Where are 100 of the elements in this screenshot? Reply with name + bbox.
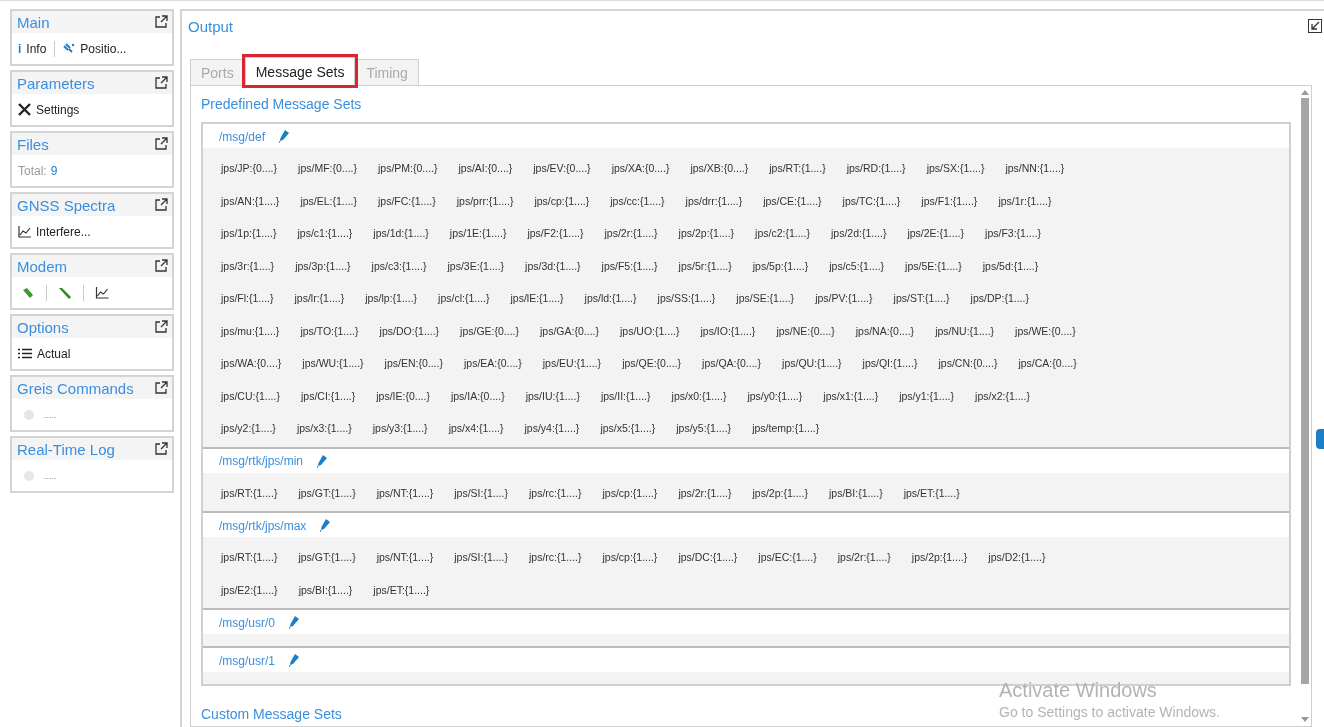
link-icon[interactable] xyxy=(21,285,35,300)
popout-icon[interactable] xyxy=(154,15,168,29)
side-tab[interactable] xyxy=(1316,429,1324,449)
tab[interactable]: Message Sets xyxy=(244,57,356,85)
panel-item[interactable]: Positio... xyxy=(80,41,127,56)
message-entry: jps/MF:{0....} xyxy=(298,162,357,175)
message-set-name[interactable]: /msg/usr/1 xyxy=(219,653,275,668)
message-entry: jps/EL:{1....} xyxy=(300,194,357,207)
pencil-icon[interactable] xyxy=(317,454,327,468)
message-entry: jps/RD:{1....} xyxy=(846,162,906,175)
message-set-name[interactable]: /msg/usr/0 xyxy=(219,615,275,630)
message-entry: jps/2p:{1....} xyxy=(678,227,735,240)
message-entry: jps/rc:{1....} xyxy=(528,551,582,564)
pencil-icon[interactable] xyxy=(279,130,290,143)
message-entry: jps/y5:{1....} xyxy=(676,422,732,435)
message-entry: jps/y4:{1....} xyxy=(524,422,580,435)
message-entry: jps/F3:{1....} xyxy=(985,227,1042,240)
message-entry: jps/XB:{0....} xyxy=(690,162,749,175)
panel-item[interactable]: Info xyxy=(26,41,47,56)
message-entry: jps/EA:{0....} xyxy=(463,357,522,370)
message-entry: jps/QI:{1....} xyxy=(862,357,918,370)
message-entry: jps/GT:{1....} xyxy=(298,551,356,564)
message-entry: jps/GT:{1....} xyxy=(298,486,356,499)
message-entry: jps/WE:{0....} xyxy=(1015,324,1076,337)
activation-notice-text: Go to Settings to activate Windows. xyxy=(999,704,1220,720)
message-entry: jps/IU:{1....} xyxy=(525,389,580,402)
message-entry: jps/WA:{0....} xyxy=(221,357,282,370)
message-entry: jps/TO:{1....} xyxy=(300,324,359,337)
message-entry: jps/F1:{1....} xyxy=(921,194,978,207)
message-entry: jps/2p:{1....} xyxy=(752,486,808,499)
message-entry: jps/x3:{1....} xyxy=(296,422,352,435)
chart-icon xyxy=(18,225,31,238)
message-entry: jps/DC:{1....} xyxy=(678,551,738,564)
collapse-icon[interactable] xyxy=(1308,19,1322,33)
panel-item[interactable]: Actual xyxy=(37,346,71,361)
section-title: Predefined Message Sets xyxy=(201,95,363,114)
message-entry: jps/c5:{1....} xyxy=(829,259,885,272)
message-entry: jps/EU:{1....} xyxy=(542,357,602,370)
list-icon xyxy=(18,348,32,359)
message-entry: jps/AN:{1....} xyxy=(221,194,280,207)
message-entry: jps/c1:{1....} xyxy=(297,227,353,240)
message-entry: jps/lp:{1....} xyxy=(365,292,418,305)
message-entry: jps/CE:{1....} xyxy=(763,194,822,207)
message-entry: jps/SI:{1....} xyxy=(454,551,508,564)
message-set-name[interactable]: /msg/def xyxy=(219,129,266,144)
panel-item[interactable]: Settings xyxy=(36,102,80,117)
message-entry: jps/FC:{1....} xyxy=(378,194,436,207)
popout-icon[interactable] xyxy=(154,381,168,395)
chart-icon[interactable] xyxy=(95,286,109,299)
scroll-up-icon[interactable] xyxy=(1301,90,1309,95)
message-entry: jps/RT:{1....} xyxy=(221,551,278,564)
message-entry: jps/ET:{1....} xyxy=(373,583,430,596)
message-entry: jps/XA:{0....} xyxy=(611,162,670,175)
status-dot xyxy=(24,470,34,481)
message-entry: jps/EV:{0....} xyxy=(533,162,591,175)
message-entry: jps/II:{1....} xyxy=(600,389,651,402)
message-entry: jps/F2:{1....} xyxy=(527,227,584,240)
message-entry: jps/GA:{0....} xyxy=(540,324,599,337)
pencil-icon[interactable] xyxy=(289,654,299,667)
message-entry: jps/ST:{1....} xyxy=(893,292,950,305)
message-entry: jps/temp:{1....} xyxy=(752,422,820,435)
message-entry: jps/y1:{1....} xyxy=(899,389,955,402)
popout-icon[interactable] xyxy=(154,259,168,273)
message-entry: jps/PM:{0....} xyxy=(378,162,438,175)
message-entry: jps/5E:{1....} xyxy=(905,259,962,272)
scroll-down-icon[interactable] xyxy=(1301,717,1309,722)
message-entry: jps/3p:{1....} xyxy=(295,259,351,272)
message-entry: jps/3d:{1....} xyxy=(525,259,581,272)
message-entry: jps/y2:{1....} xyxy=(221,422,276,435)
message-entry: jps/CU:{1....} xyxy=(221,389,280,402)
message-entry: jps/x4:{1....} xyxy=(448,422,504,435)
message-entry: jps/NT:{1....} xyxy=(376,486,434,499)
message-entry: jps/D2:{1....} xyxy=(988,551,1046,564)
popout-icon[interactable] xyxy=(154,137,168,151)
message-entry: jps/DP:{1....} xyxy=(970,292,1029,305)
tab[interactable]: Timing xyxy=(355,59,419,85)
popout-icon[interactable] xyxy=(154,442,168,456)
popout-icon[interactable] xyxy=(154,76,168,90)
message-entry: jps/JP:{0....} xyxy=(221,162,278,175)
message-entry: jps/IA:{0....} xyxy=(450,389,505,402)
info-icon: i xyxy=(18,41,22,56)
message-entry: jps/SS:{1....} xyxy=(657,292,716,305)
tab[interactable]: Ports xyxy=(190,59,245,85)
message-entry: jps/x5:{1....} xyxy=(600,422,656,435)
pencil-icon[interactable] xyxy=(289,616,299,629)
message-entry: jps/NU:{1....} xyxy=(935,324,995,337)
plug-icon[interactable] xyxy=(58,285,72,300)
message-entry: jps/5r:{1....} xyxy=(678,259,732,272)
message-set-name[interactable]: /msg/rtk/jps/min xyxy=(219,454,303,468)
panel-item[interactable]: Interfere... xyxy=(36,224,91,239)
message-entry: jps/CI:{1....} xyxy=(300,389,356,402)
popout-icon[interactable] xyxy=(154,198,168,212)
message-entry: jps/RT:{1....} xyxy=(221,486,278,499)
status-text: ..... xyxy=(44,470,57,481)
panel-title[interactable]: Main xyxy=(17,13,50,31)
pencil-icon[interactable] xyxy=(320,519,331,532)
message-set-name[interactable]: /msg/rtk/jps/max xyxy=(219,518,307,533)
popout-icon[interactable] xyxy=(154,320,168,334)
panel-title[interactable]: Files xyxy=(17,135,49,153)
message-entry: jps/NT:{1....} xyxy=(376,551,434,564)
